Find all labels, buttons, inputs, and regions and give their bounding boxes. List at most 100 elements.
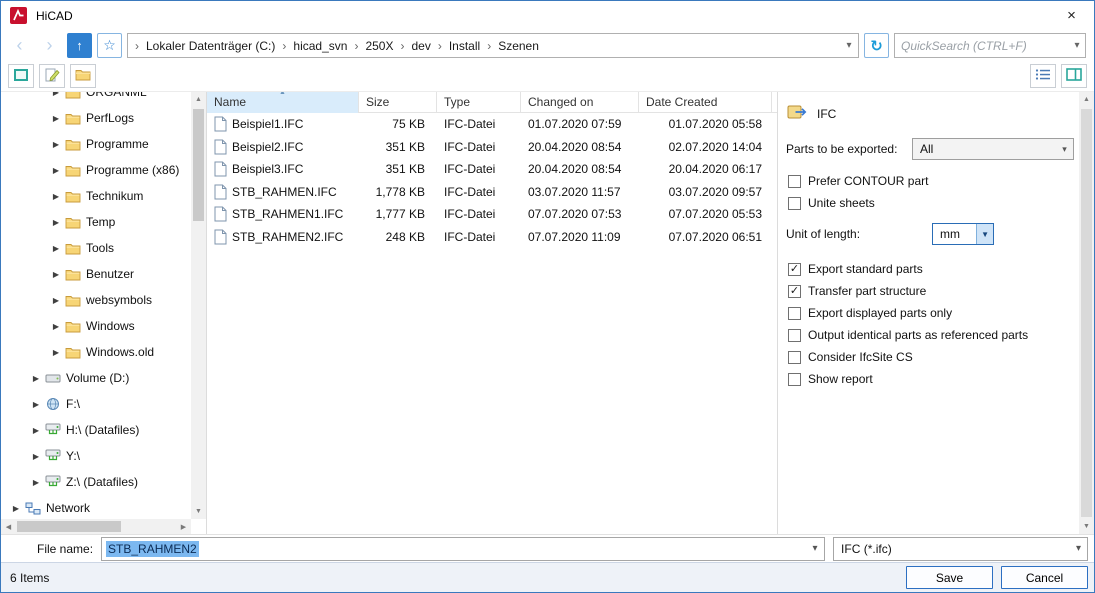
back-button[interactable]: ‹	[7, 33, 32, 58]
tree-item[interactable]: ▶Windows	[1, 313, 191, 339]
tree-item[interactable]: ▶H:\ (Datafiles)	[1, 417, 191, 443]
expand-arrow-icon[interactable]: ▶	[29, 452, 43, 461]
scroll-down-icon[interactable]: ▼	[1079, 519, 1094, 534]
file-row[interactable]: Beispiel3.IFC351 KBIFC-Datei20.04.2020 0…	[207, 158, 777, 181]
forward-button[interactable]: ›	[37, 33, 62, 58]
column-header-date-created[interactable]: Date Created	[639, 92, 772, 113]
checkbox[interactable]	[788, 329, 801, 342]
expand-arrow-icon[interactable]: ▶	[49, 218, 63, 227]
checkbox-label[interactable]: Output identical parts as referenced par…	[808, 328, 1028, 342]
scroll-up-icon[interactable]: ▲	[191, 92, 206, 107]
breadcrumb-item[interactable]: Szenen	[498, 39, 539, 53]
filename-input[interactable]: STB_RAHMEN2 ▾	[101, 537, 825, 561]
expand-arrow-icon[interactable]: ▶	[49, 244, 63, 253]
expand-arrow-icon[interactable]: ▶	[49, 92, 63, 97]
checkbox[interactable]	[788, 307, 801, 320]
refresh-button[interactable]: ↻	[864, 33, 889, 58]
scrollbar-thumb[interactable]	[1081, 109, 1092, 517]
edit-button[interactable]	[39, 64, 65, 88]
breadcrumb-item[interactable]: Install	[449, 39, 480, 53]
file-row[interactable]: STB_RAHMEN2.IFC248 KBIFC-Datei07.07.2020…	[207, 226, 777, 249]
parts-export-combobox[interactable]: All ▾	[912, 138, 1074, 160]
column-header-changed-on[interactable]: Changed on	[521, 92, 639, 113]
expand-arrow-icon[interactable]: ▶	[29, 426, 43, 435]
tree-item[interactable]: ▶Network	[1, 495, 191, 519]
save-button[interactable]: Save	[906, 566, 993, 589]
scroll-right-icon[interactable]: ▶	[176, 519, 191, 534]
quicksearch-input[interactable]	[895, 39, 1069, 53]
tree-item[interactable]: ▶Tools	[1, 235, 191, 261]
column-header-type[interactable]: Type	[437, 92, 521, 113]
expand-arrow-icon[interactable]: ▶	[49, 140, 63, 149]
tree-item[interactable]: ▶PerfLogs	[1, 105, 191, 131]
cancel-button[interactable]: Cancel	[1001, 566, 1088, 589]
filetype-combobox[interactable]: IFC (*.ifc) ▾	[833, 537, 1088, 561]
quicksearch-dropdown-button[interactable]: ▾	[1069, 40, 1085, 51]
file-row[interactable]: Beispiel1.IFC75 KBIFC-Datei01.07.2020 07…	[207, 113, 777, 136]
expand-arrow-icon[interactable]: ▶	[49, 322, 63, 331]
expand-arrow-icon[interactable]: ▶	[49, 348, 63, 357]
expand-arrow-icon[interactable]: ▶	[49, 192, 63, 201]
expand-arrow-icon[interactable]: ▶	[49, 270, 63, 279]
checkbox[interactable]: ✓	[788, 285, 801, 298]
checkbox-label[interactable]: Show report	[808, 372, 873, 386]
tree-item[interactable]: ▶Technikum	[1, 183, 191, 209]
breadcrumb-item[interactable]: dev	[411, 39, 430, 53]
breadcrumb-item[interactable]: Lokaler Datenträger (C:)	[146, 39, 275, 53]
expand-arrow-icon[interactable]: ▶	[49, 114, 63, 123]
breadcrumb-dropdown-button[interactable]: ▾	[840, 40, 858, 51]
filename-dropdown-button[interactable]: ▾	[806, 543, 824, 554]
expand-arrow-icon[interactable]: ▶	[9, 504, 23, 513]
file-row[interactable]: Beispiel2.IFC351 KBIFC-Datei20.04.2020 0…	[207, 136, 777, 159]
options-scrollbar[interactable]: ▲ ▼	[1079, 92, 1094, 534]
tree-item[interactable]: ▶Temp	[1, 209, 191, 235]
tree-item[interactable]: ▶websymbols	[1, 287, 191, 313]
new-scene-button[interactable]	[8, 64, 34, 88]
scroll-left-icon[interactable]: ◀	[1, 519, 16, 534]
checkbox-label[interactable]: Export standard parts	[808, 262, 923, 276]
tree-item[interactable]: ▶Z:\ (Datafiles)	[1, 469, 191, 495]
scrollbar-thumb[interactable]	[17, 521, 121, 532]
tree-item[interactable]: ▶ORGANML	[1, 92, 191, 105]
checkbox[interactable]	[788, 197, 801, 210]
expand-arrow-icon[interactable]: ▶	[49, 166, 63, 175]
file-row[interactable]: STB_RAHMEN1.IFC1,777 KBIFC-Datei07.07.20…	[207, 203, 777, 226]
preview-pane-button[interactable]	[1061, 64, 1087, 88]
scrollbar-thumb[interactable]	[193, 109, 204, 221]
checkbox-label[interactable]: Consider IfcSite CS	[808, 350, 913, 364]
expand-arrow-icon[interactable]: ▶	[29, 374, 43, 383]
tree-item[interactable]: ▶Y:\	[1, 443, 191, 469]
checkbox[interactable]	[788, 175, 801, 188]
unit-of-length-combobox[interactable]: mm ▼	[932, 223, 994, 245]
breadcrumb-item[interactable]: 250X	[365, 39, 393, 53]
tree-item[interactable]: ▶F:\	[1, 391, 191, 417]
checkbox-label[interactable]: Export displayed parts only	[808, 306, 952, 320]
checkbox[interactable]	[788, 373, 801, 386]
checkbox-label[interactable]: Prefer CONTOUR part	[808, 174, 928, 188]
tree-item[interactable]: ▶Volume (D:)	[1, 365, 191, 391]
tree-item[interactable]: ▶Programme (x86)	[1, 157, 191, 183]
column-header-name[interactable]: Name▲	[207, 92, 359, 113]
checkbox[interactable]: ✓	[788, 263, 801, 276]
checkbox-label[interactable]: Unite sheets	[808, 196, 875, 210]
expand-arrow-icon[interactable]: ▶	[29, 478, 43, 487]
scroll-up-icon[interactable]: ▲	[1079, 92, 1094, 107]
tree-item[interactable]: ▶Windows.old	[1, 339, 191, 365]
scroll-down-icon[interactable]: ▼	[191, 504, 206, 519]
tree-horizontal-scrollbar[interactable]: ◀ ▶	[1, 519, 191, 534]
column-header-size[interactable]: Size	[359, 92, 437, 113]
breadcrumb-item[interactable]: hicad_svn	[293, 39, 347, 53]
expand-arrow-icon[interactable]: ▶	[49, 296, 63, 305]
tree-vertical-scrollbar[interactable]: ▲ ▼	[191, 92, 206, 519]
favorites-button[interactable]: ☆	[97, 33, 122, 58]
checkbox[interactable]	[788, 351, 801, 364]
folder-button[interactable]	[70, 64, 96, 88]
details-view-button[interactable]	[1030, 64, 1056, 88]
checkbox-label[interactable]: Transfer part structure	[808, 284, 926, 298]
up-button[interactable]: ↑	[67, 33, 92, 58]
close-button[interactable]: ×	[1049, 1, 1094, 30]
tree-item[interactable]: ▶Benutzer	[1, 261, 191, 287]
file-row[interactable]: STB_RAHMEN.IFC1,778 KBIFC-Datei03.07.202…	[207, 181, 777, 204]
expand-arrow-icon[interactable]: ▶	[29, 400, 43, 409]
tree-item[interactable]: ▶Programme	[1, 131, 191, 157]
